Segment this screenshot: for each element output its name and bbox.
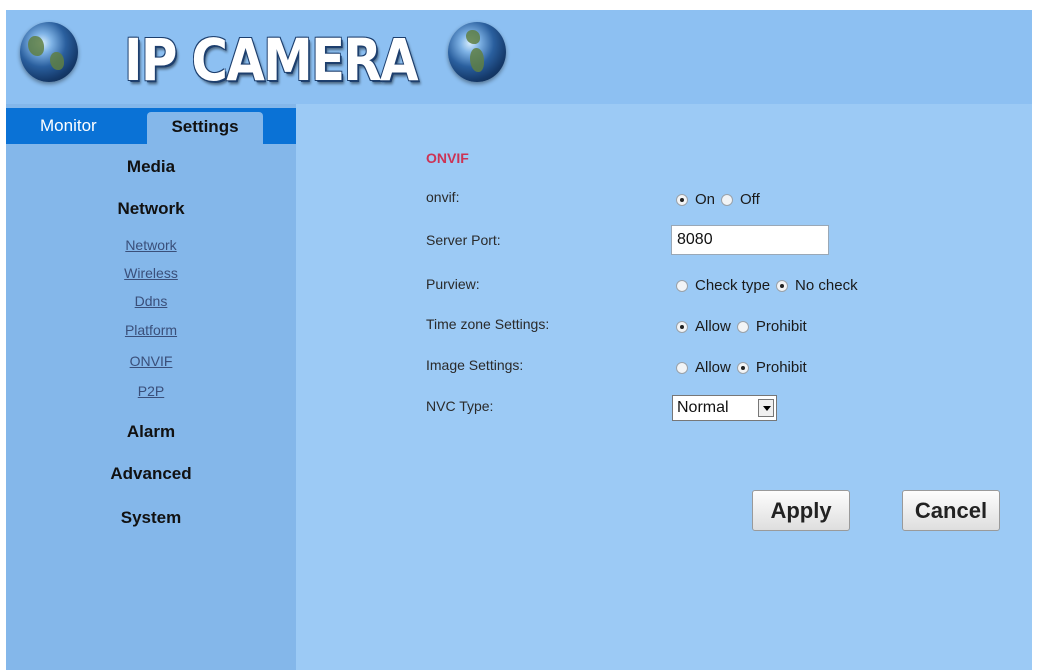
sidebar-link-ddns[interactable]: Ddns <box>6 293 296 309</box>
apply-button[interactable]: Apply <box>752 490 850 531</box>
server-port-label: Server Port: <box>426 232 501 248</box>
image-settings-radio-group: Allow Prohibit <box>676 359 813 376</box>
tab-monitor[interactable]: Monitor <box>40 108 97 144</box>
sidebar-link-platform[interactable]: Platform <box>6 322 296 338</box>
time-zone-allow-radio[interactable] <box>676 320 688 333</box>
purview-check-type-label: Check type <box>695 277 771 294</box>
purview-no-check-label: No check <box>795 277 858 294</box>
onvif-label: onvif: <box>426 189 460 205</box>
time-zone-prohibit-label: Prohibit <box>755 318 807 335</box>
nvc-type-value: Normal <box>677 399 729 416</box>
onvif-on-radio[interactable] <box>676 193 688 206</box>
onvif-off-radio[interactable] <box>721 193 734 206</box>
sidebar-link-network[interactable]: Network <box>6 237 296 253</box>
sidebar-item-advanced[interactable]: Advanced <box>6 464 296 484</box>
time-zone-label: Time zone Settings: <box>426 316 550 332</box>
onvif-radio-group: On Off <box>676 191 766 208</box>
purview-label: Purview: <box>426 276 480 292</box>
cancel-button[interactable]: Cancel <box>902 490 1000 531</box>
purview-radio-group: Check type No check <box>676 277 864 294</box>
time-zone-radio-group: Allow Prohibit <box>676 318 813 335</box>
nvc-type-select[interactable]: Normal <box>672 395 777 421</box>
sidebar-link-wireless[interactable]: Wireless <box>6 265 296 281</box>
image-prohibit-radio[interactable] <box>736 361 749 374</box>
image-settings-label: Image Settings: <box>426 357 524 373</box>
sidebar-item-network[interactable]: Network <box>6 199 296 219</box>
sidebar-item-media[interactable]: Media <box>6 157 296 177</box>
nvc-type-label: NVC Type: <box>426 398 494 414</box>
image-allow-radio[interactable] <box>676 361 688 374</box>
image-allow-label: Allow <box>695 359 731 376</box>
server-port-input[interactable] <box>671 225 829 255</box>
app-logo-title: IP CAMERA <box>124 26 419 94</box>
tab-bar: Monitor Settings <box>6 108 296 144</box>
globe-icon <box>20 22 78 82</box>
section-title: ONVIF <box>426 150 469 166</box>
tab-settings[interactable]: Settings <box>147 112 263 144</box>
header-banner: IP CAMERA <box>6 10 1032 104</box>
onvif-off-label: Off <box>740 191 760 208</box>
time-zone-prohibit-radio[interactable] <box>736 320 749 333</box>
onvif-on-label: On <box>695 191 716 208</box>
purview-no-check-radio[interactable] <box>776 279 789 292</box>
purview-check-type-radio[interactable] <box>676 279 688 292</box>
sidebar-item-system[interactable]: System <box>6 508 296 528</box>
globe-icon <box>448 22 506 82</box>
sidebar-link-onvif[interactable]: ONVIF <box>6 353 296 369</box>
sidebar-link-p2p[interactable]: P2P <box>6 383 296 399</box>
chevron-down-icon[interactable] <box>758 399 774 417</box>
time-zone-allow-label: Allow <box>695 318 731 335</box>
sidebar-item-alarm[interactable]: Alarm <box>6 422 296 442</box>
image-prohibit-label: Prohibit <box>755 359 807 376</box>
